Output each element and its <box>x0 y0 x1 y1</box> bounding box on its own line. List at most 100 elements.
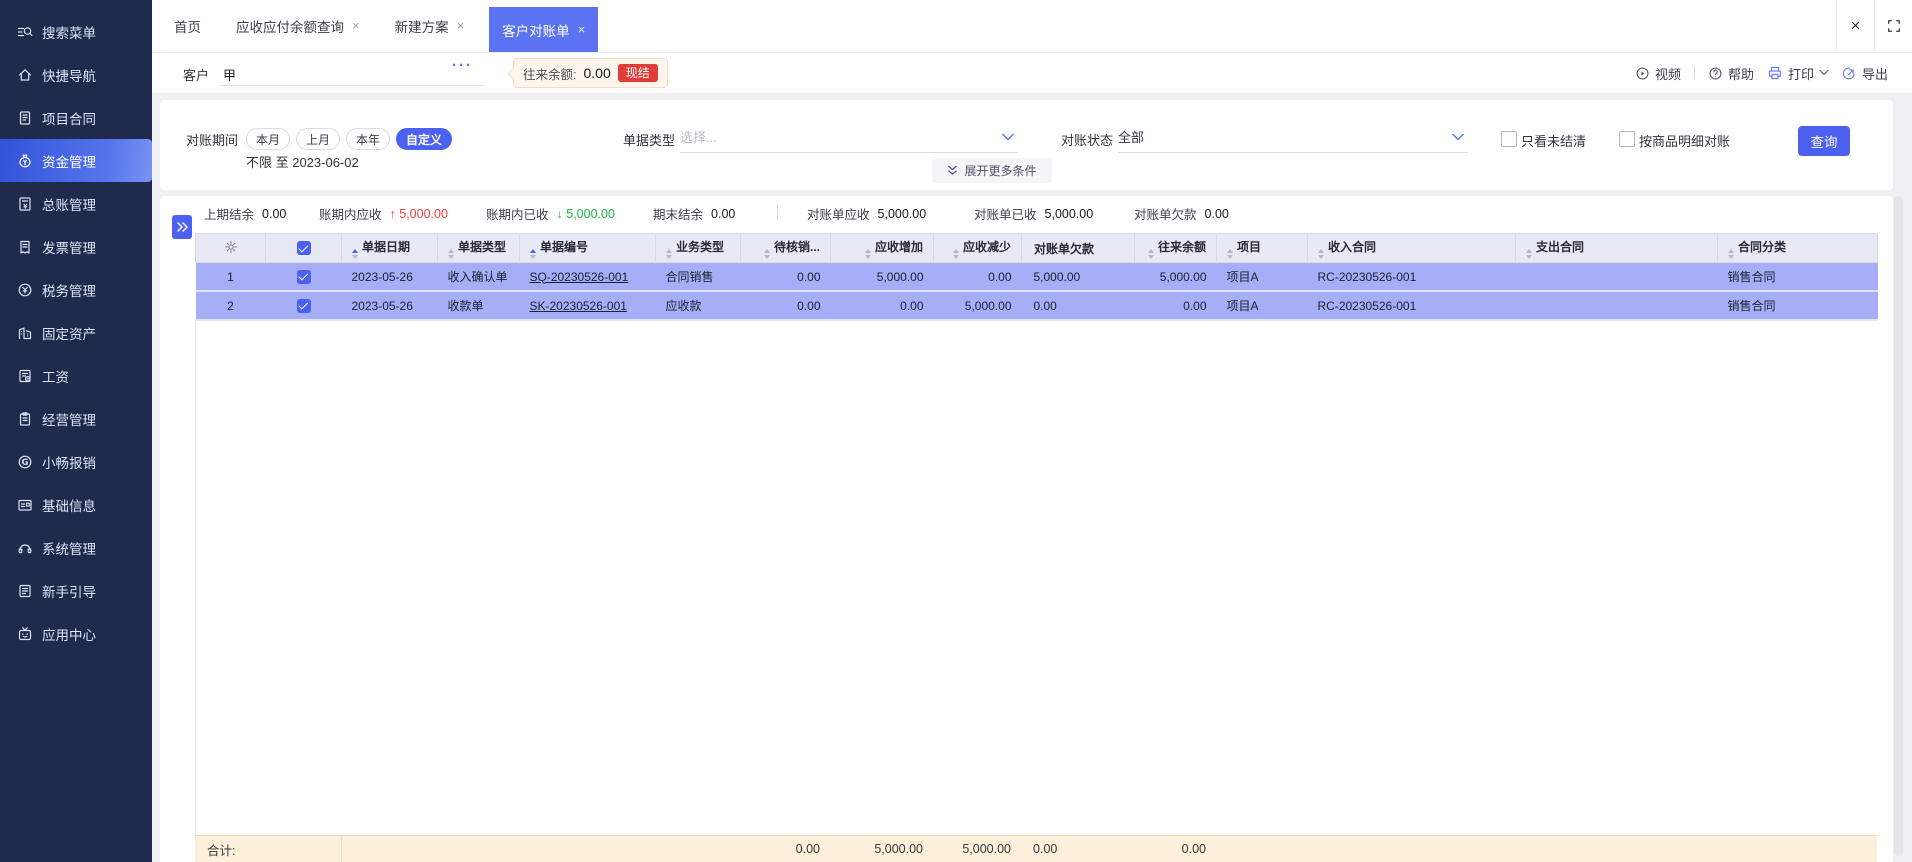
header-project[interactable]: 项目 <box>1216 233 1308 263</box>
sidebar-item-app-center[interactable]: 应用中心 <box>0 612 152 655</box>
doc-type-placeholder: 选择... <box>680 130 717 145</box>
period-last-month[interactable]: 上月 <box>296 128 341 150</box>
header-receivable-increase[interactable]: 应收增加 <box>830 233 934 263</box>
more-icon[interactable]: ··· <box>452 57 473 74</box>
row-checkbox[interactable] <box>296 269 311 284</box>
sidebar-item-salary[interactable]: 工资 <box>0 354 152 397</box>
tab-customer-statement[interactable]: 客户对账单 × <box>489 7 599 52</box>
header-contract-category[interactable]: 合同分类 <box>1717 233 1878 263</box>
sort-icon[interactable] <box>952 248 959 259</box>
sort-icon[interactable] <box>864 248 871 259</box>
header-income-contract[interactable]: 收入合同 <box>1307 233 1516 263</box>
fullscreen-icon[interactable] <box>1874 0 1912 52</box>
tab-balance-query[interactable]: 应收应付余额查询 × <box>223 0 373 52</box>
sort-icon[interactable] <box>352 248 358 259</box>
sort-icon[interactable] <box>1227 248 1233 259</box>
sort-icon[interactable] <box>1526 248 1532 259</box>
header-doc-no[interactable]: 单据编号 <box>519 233 656 263</box>
export-button[interactable]: 导出 <box>1842 64 1888 83</box>
video-button[interactable]: 视频 <box>1635 64 1681 83</box>
by-product-checkbox[interactable] <box>1619 131 1635 147</box>
sidebar-item-invoice[interactable]: 发票管理 <box>0 225 152 268</box>
header-expense-contract[interactable]: 支出合同 <box>1515 233 1718 263</box>
row-select-cell[interactable] <box>265 262 342 292</box>
sidebar-item-label: 总账管理 <box>42 197 96 213</box>
by-product-label[interactable]: 按商品明细对账 <box>1639 131 1730 150</box>
sort-icon[interactable] <box>530 248 536 259</box>
only-unsettled-checkbox[interactable] <box>1501 131 1517 147</box>
table-row[interactable]: 1 2023-05-26 收入确认单 SQ-20230526-001 合同销售 … <box>195 262 1878 292</box>
sort-icon[interactable] <box>1728 248 1734 259</box>
sort-icon[interactable] <box>1147 248 1154 259</box>
sidebar-item-ledger[interactable]: 总账管理 <box>0 182 152 225</box>
sidebar-item-search-menu[interactable]: 搜索菜单 <box>0 10 152 53</box>
customer-value[interactable]: 甲 <box>223 65 236 84</box>
cell-doc-no: SQ-20230526-001 <box>519 262 656 292</box>
sidebar-item-funds[interactable]: 资金管理 <box>0 139 152 182</box>
sidebar-item-fixed-assets[interactable]: 固定资产 <box>0 311 152 354</box>
stats-divider <box>777 205 778 220</box>
header-doc-date[interactable]: 单据日期 <box>341 233 438 263</box>
expand-panel-button[interactable] <box>172 215 192 239</box>
sidebar-item-project-contract[interactable]: 项目合同 <box>0 96 152 139</box>
totals-receivable-decrease: 5,000.00 <box>933 835 1022 862</box>
sort-icon[interactable] <box>448 248 454 259</box>
totals-row: 合计: 0.00 5,000.00 5,000.00 0.00 0.00 <box>195 835 1878 862</box>
header-doc-type[interactable]: 单据类型 <box>437 233 520 263</box>
row-select-cell[interactable] <box>265 291 342 321</box>
app-center-icon <box>18 626 32 640</box>
search-button[interactable]: 查询 <box>1798 126 1850 156</box>
sidebar-item-quick-nav[interactable]: 快捷导航 <box>0 53 152 96</box>
status-select[interactable]: 全部 <box>1118 127 1468 153</box>
column-settings-button[interactable] <box>195 233 266 263</box>
sidebar-item-label: 应用中心 <box>42 627 96 643</box>
header-biz-type[interactable]: 业务类型 <box>655 233 741 263</box>
header-running-balance[interactable]: 往来余额 <box>1134 233 1217 263</box>
sidebar-item-operations[interactable]: 经营管理 <box>0 397 152 440</box>
period-this-month[interactable]: 本月 <box>246 128 291 150</box>
sort-icon[interactable] <box>763 248 770 259</box>
period-this-year[interactable]: 本年 <box>346 128 391 150</box>
subheader: 客户 甲 ··· 往来余额: 0.00 现结 视频 帮助 打印 导出 <box>152 53 1912 93</box>
tab-new-plan[interactable]: 新建方案 × <box>382 0 478 52</box>
vertical-scrollbar[interactable] <box>1894 196 1903 856</box>
cell-doc-date: 2023-05-26 <box>341 262 438 292</box>
status-value: 全部 <box>1118 130 1145 145</box>
doc-type-select[interactable]: 选择... <box>680 127 1018 153</box>
tab-label: 新建方案 <box>394 19 449 35</box>
sort-icon[interactable] <box>666 248 672 259</box>
tab-close-icon[interactable]: × <box>578 22 586 37</box>
sort-icon[interactable] <box>1318 248 1324 259</box>
sidebar-item-system[interactable]: 系统管理 <box>0 526 152 569</box>
sidebar-item-label: 小畅报销 <box>42 455 96 471</box>
home-icon <box>18 68 32 81</box>
period-range[interactable]: 不限 至 2023-06-02 <box>246 152 359 171</box>
tab-home[interactable]: 首页 <box>161 0 214 52</box>
header-statement-owed[interactable]: 对账单欠款 <box>1021 233 1135 263</box>
select-all-checkbox[interactable] <box>296 241 311 256</box>
row-checkbox[interactable] <box>296 298 311 313</box>
period-custom[interactable]: 自定义 <box>396 128 453 150</box>
customer-field[interactable] <box>220 85 484 86</box>
sidebar-item-base-info[interactable]: 基础信息 <box>0 483 152 526</box>
tax-icon <box>18 283 32 296</box>
sidebar-item-guide[interactable]: 新手引导 <box>0 569 152 612</box>
doc-no-link[interactable]: SK-20230526-001 <box>530 299 627 313</box>
reimburse-icon: G <box>18 455 32 468</box>
doc-no-link[interactable]: SQ-20230526-001 <box>530 270 629 284</box>
print-button[interactable]: 打印 <box>1767 64 1829 83</box>
settle-badge: 现结 <box>617 64 658 82</box>
close-icon[interactable]: × <box>1836 0 1874 52</box>
help-button[interactable]: 帮助 <box>1708 64 1754 83</box>
tab-close-icon[interactable]: × <box>352 18 360 33</box>
only-unsettled-label[interactable]: 只看未结清 <box>1521 131 1586 150</box>
expand-more-button[interactable]: 展开更多条件 <box>932 158 1052 183</box>
sidebar-item-reimburse[interactable]: G 小畅报销 <box>0 440 152 483</box>
header-receivable-decrease[interactable]: 应收减少 <box>933 233 1022 263</box>
sidebar-item-tax[interactable]: 税务管理 <box>0 268 152 311</box>
table-row[interactable]: 2 2023-05-26 收款单 SK-20230526-001 应收款 0.0… <box>195 291 1878 321</box>
tab-close-icon[interactable]: × <box>457 18 465 33</box>
stat-statement-receivable: 对账单应收 5,000.00 <box>807 204 926 223</box>
select-all-header[interactable] <box>265 233 342 263</box>
header-pending-writeoff[interactable]: 待核销... <box>740 233 831 263</box>
